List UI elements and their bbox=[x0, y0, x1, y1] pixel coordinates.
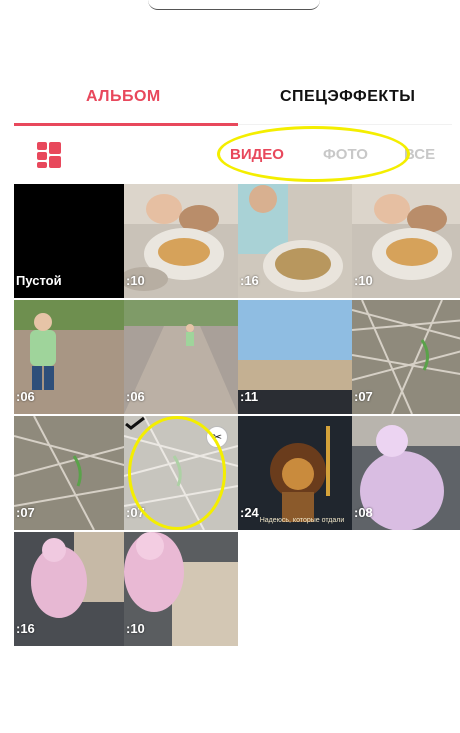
media-tile[interactable]: :10 bbox=[124, 532, 238, 646]
media-tile[interactable]: :24 Надеюсь, которые отдали bbox=[238, 416, 352, 530]
tile-label: :10 bbox=[126, 273, 145, 288]
highlight-oval bbox=[217, 126, 410, 182]
tab-underline bbox=[14, 123, 238, 126]
tile-label: :16 bbox=[16, 621, 35, 636]
tab-album[interactable]: АЛЬБОМ bbox=[86, 88, 161, 106]
media-tile[interactable]: :11 bbox=[238, 300, 352, 414]
tile-label: :06 bbox=[16, 389, 35, 404]
check-icon bbox=[125, 416, 145, 430]
media-tile[interactable]: :06 bbox=[14, 300, 128, 414]
media-tile[interactable]: :16 bbox=[14, 532, 128, 646]
tile-label: :06 bbox=[126, 389, 145, 404]
tile-label: :10 bbox=[354, 273, 373, 288]
tile-label: Пустой bbox=[16, 273, 62, 288]
tab-effects[interactable]: СПЕЦЭФФЕКТЫ bbox=[280, 88, 415, 106]
media-tile[interactable]: :07 bbox=[352, 300, 460, 414]
media-grid: Пустой :10 :16:10:06:06:11:07:07 ✂… bbox=[14, 184, 460, 646]
tile-label: :16 bbox=[240, 273, 259, 288]
layout-grid-icon[interactable] bbox=[37, 142, 61, 168]
media-tile[interactable]: :16 bbox=[238, 184, 352, 298]
selection-highlight-oval bbox=[128, 416, 226, 530]
tile-label: :07 bbox=[16, 505, 35, 520]
media-tile[interactable]: :06 bbox=[124, 300, 238, 414]
tab-bar: АЛЬБОМ СПЕЦЭФФЕКТЫ bbox=[0, 68, 460, 126]
tab-divider bbox=[238, 124, 452, 125]
media-tile[interactable]: :07 bbox=[14, 416, 128, 530]
media-tile[interactable]: :10 bbox=[352, 184, 460, 298]
tile-label: :11 bbox=[240, 389, 259, 404]
tile-label: :07 bbox=[354, 389, 373, 404]
media-tile[interactable]: :08 bbox=[352, 416, 460, 530]
video-caption: Надеюсь, которые отдали bbox=[259, 517, 345, 524]
tile-label: :08 bbox=[354, 505, 373, 520]
tile-label: :10 bbox=[126, 621, 145, 636]
media-tile[interactable]: :10 bbox=[124, 184, 238, 298]
top-notch bbox=[148, 0, 320, 10]
media-tile-empty[interactable]: Пустой bbox=[14, 184, 128, 298]
